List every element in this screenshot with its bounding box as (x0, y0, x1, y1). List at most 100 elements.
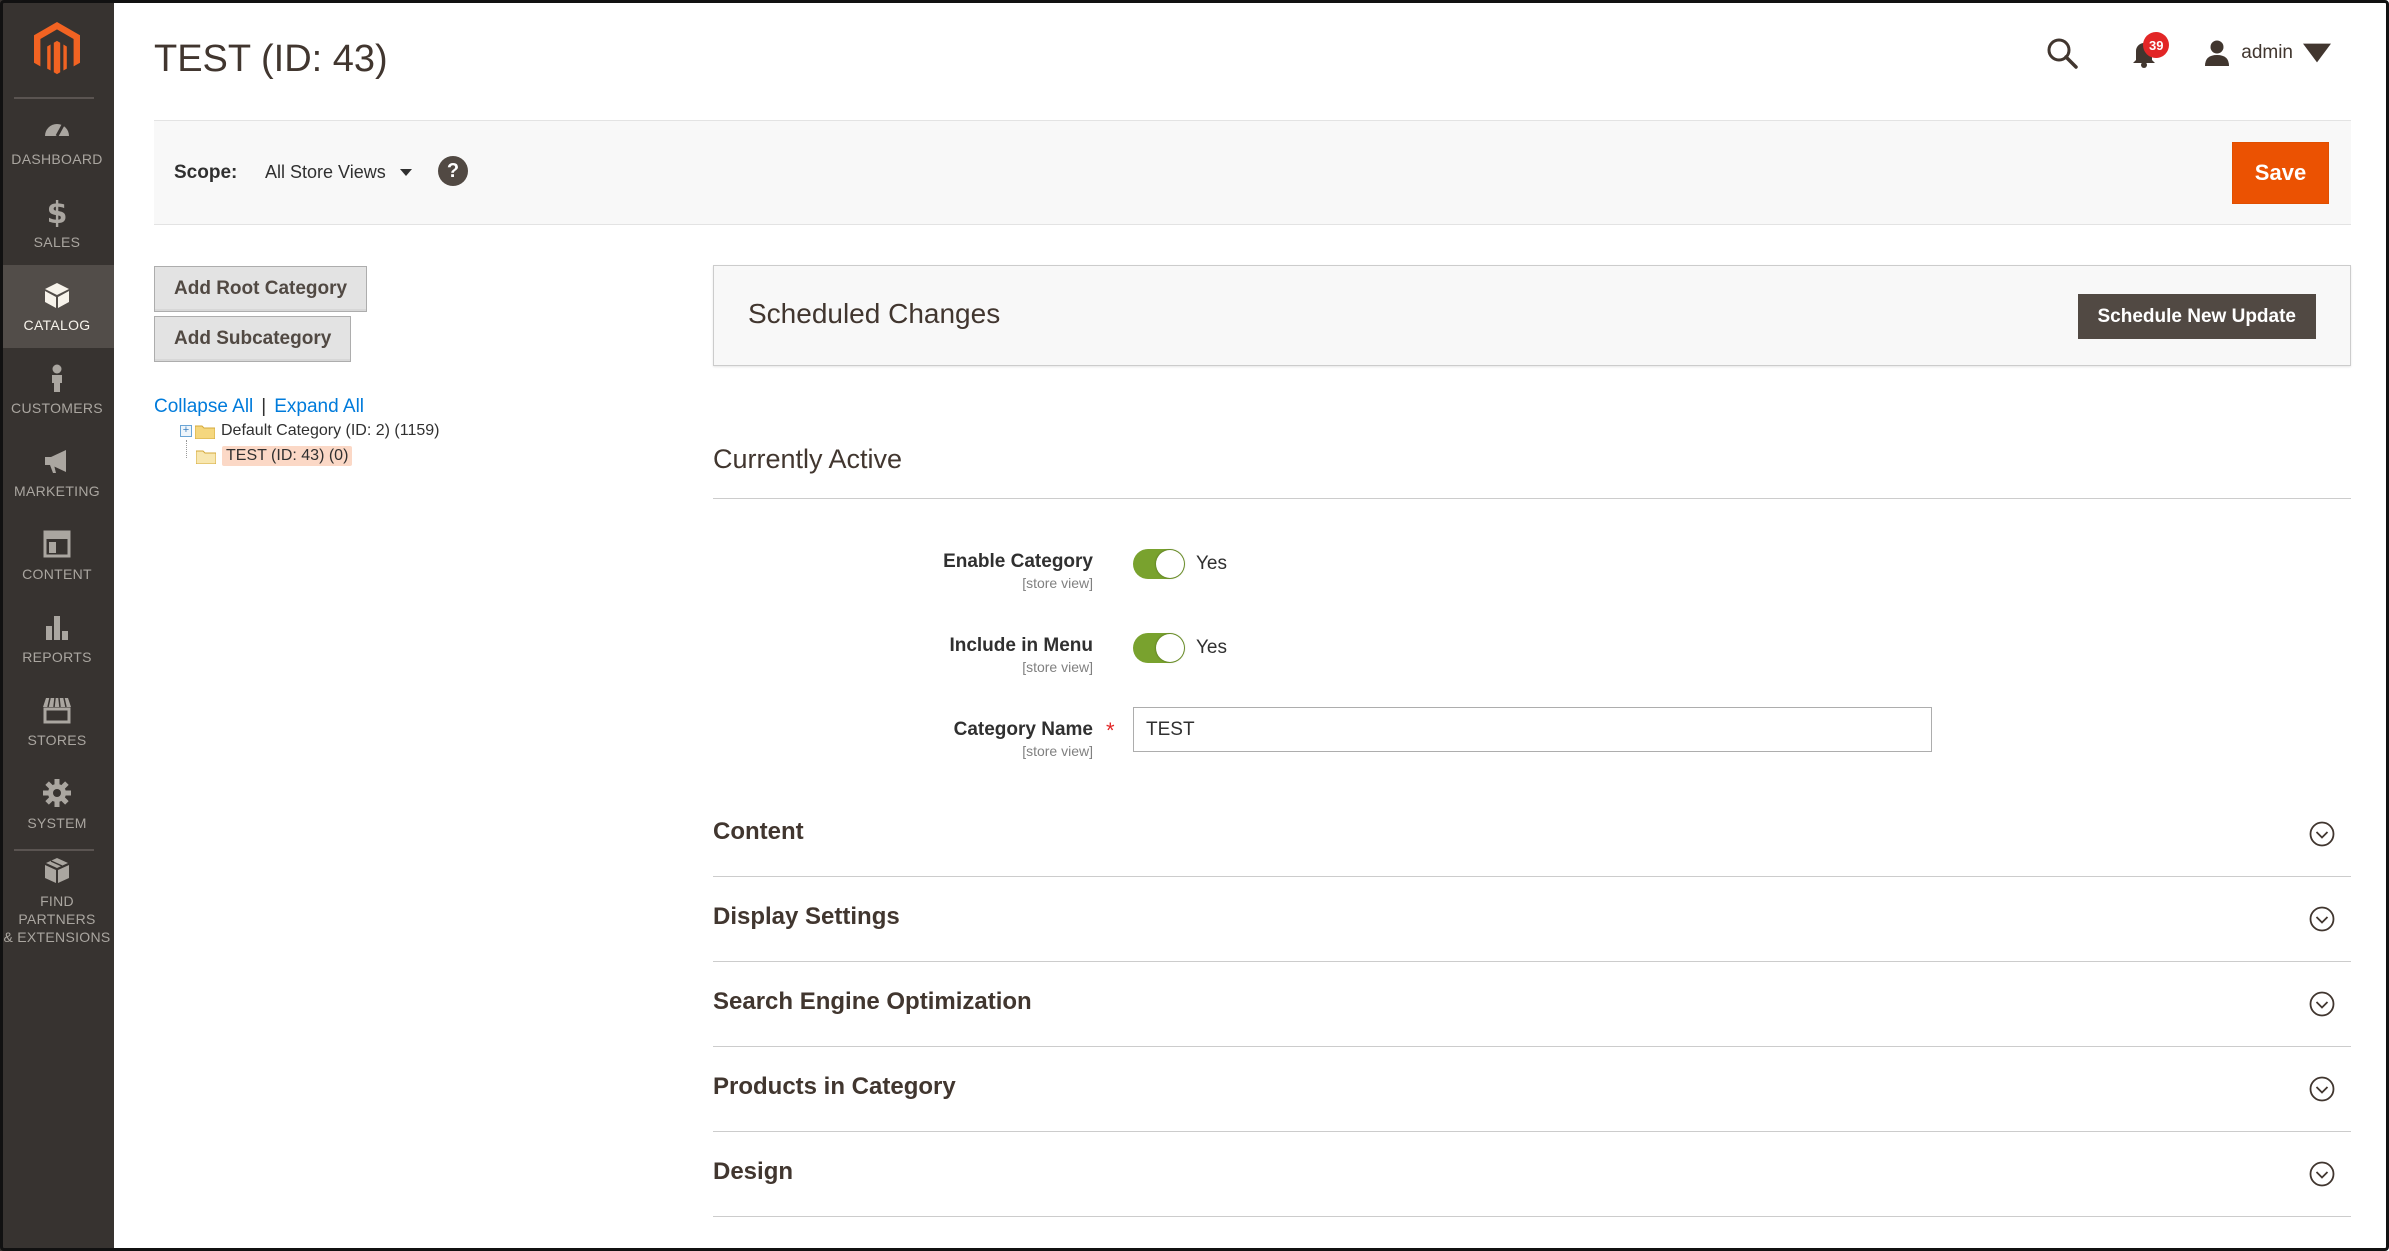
search-icon[interactable] (2045, 36, 2079, 70)
scheduled-changes-panel: Scheduled Changes Schedule New Update (713, 265, 2351, 366)
tree-node-label: TEST (ID: 43) (0) (222, 446, 353, 466)
layout-icon (43, 530, 71, 557)
caret-down-icon (399, 169, 412, 176)
nav-divider (14, 849, 94, 851)
tree-node-label: Default Category (ID: 2) (1159) (221, 422, 440, 439)
nav-stores[interactable]: STORES (0, 680, 114, 763)
section-title: Search Engine Optimization (713, 988, 1032, 1015)
enable-category-value: Yes (1196, 553, 1227, 574)
tree-node-test[interactable]: TEST (ID: 43) (0) (196, 446, 353, 466)
magento-logo-icon (34, 22, 80, 75)
page-title: TEST (ID: 43) (154, 38, 388, 80)
expand-all-link[interactable]: Expand All (274, 396, 364, 417)
nav-sales[interactable]: $ SALES (0, 182, 114, 265)
megaphone-icon (45, 449, 66, 473)
collapse-all-link[interactable]: Collapse All (154, 396, 253, 417)
tree-controls: Collapse All | Expand All (154, 396, 364, 418)
nav-label: FIND PARTNERS (18, 892, 96, 927)
section-title: Content (713, 818, 804, 845)
field-label-text: Enable Category (943, 551, 1093, 572)
notification-count-badge: 39 (2143, 32, 2170, 58)
section-seo[interactable]: Search Engine Optimization (713, 962, 2351, 1047)
nav-label: DASHBOARD (11, 150, 103, 167)
nav-reports[interactable]: REPORTS (0, 597, 114, 680)
dashboard-icon (45, 123, 69, 137)
tree-connector (186, 440, 187, 458)
required-asterisk: * (1106, 718, 1115, 743)
chevron-down-icon (2309, 821, 2335, 847)
storefront-icon (43, 697, 71, 723)
user-icon (2205, 40, 2230, 66)
tree-node-default-category[interactable]: + Default Category (ID: 2) (1159) (180, 422, 439, 440)
nav-label: CONTENT (22, 565, 92, 582)
section-products-in-category[interactable]: Products in Category (713, 1047, 2351, 1132)
folder-open-icon (196, 450, 216, 464)
section-title: Products in Category (713, 1073, 956, 1100)
caret-down-icon (2303, 43, 2331, 63)
nav-marketing[interactable]: MARKETING (0, 431, 114, 514)
field-scope-text: [store view] (1022, 575, 1093, 591)
user-name: admin (2241, 42, 2293, 63)
nav-label: REPORTS (22, 648, 92, 665)
scope-value: All Store Views (265, 162, 386, 182)
toggle-knob (1156, 634, 1184, 662)
field-scope-text: [store view] (1022, 659, 1093, 675)
toggle-knob (1156, 550, 1184, 578)
section-design[interactable]: Design (713, 1132, 2351, 1217)
field-label-text: Category Name (953, 719, 1093, 740)
help-icon[interactable]: ? (438, 156, 468, 186)
field-label-text: Include in Menu (949, 635, 1093, 656)
chevron-down-icon (2309, 906, 2335, 932)
scope-switcher[interactable]: All Store Views (265, 162, 412, 183)
nav-find-partners[interactable]: FIND PARTNERS & EXTENSIONS (0, 853, 114, 948)
nav-label: CUSTOMERS (11, 399, 103, 416)
category-name-label: Category Name [store view] (753, 719, 1093, 759)
box-icon (45, 282, 69, 308)
nav-label: SYSTEM (27, 814, 87, 831)
dollar-icon: $ (47, 197, 68, 227)
header-actions: 39 admin (2045, 32, 2341, 70)
link-separator: | (261, 396, 267, 417)
section-display-settings[interactable]: Display Settings (713, 877, 2351, 962)
field-scope-text: [store view] (1022, 743, 1093, 759)
scope-label: Scope: (174, 162, 238, 183)
chevron-down-icon (2309, 1161, 2335, 1187)
nav-customers[interactable]: CUSTOMERS (0, 348, 114, 431)
nav-label: & EXTENSIONS (3, 928, 111, 945)
nav-label: SALES (33, 233, 81, 250)
nav-label: STORES (27, 731, 87, 748)
include-in-menu-toggle[interactable] (1133, 633, 1185, 663)
enable-category-toggle[interactable] (1133, 549, 1185, 579)
magento-logo[interactable] (0, 0, 114, 98)
save-button[interactable]: Save (2232, 142, 2329, 204)
add-root-category-button[interactable]: Add Root Category (154, 266, 368, 312)
chevron-down-icon (2309, 1076, 2335, 1102)
folder-icon (195, 425, 215, 439)
nav-label: MARKETING (14, 482, 100, 499)
section-content[interactable]: Content (713, 792, 2351, 877)
include-in-menu-value: Yes (1196, 637, 1227, 658)
section-title: Design (713, 1158, 794, 1185)
section-title: Display Settings (713, 903, 900, 930)
include-in-menu-label: Include in Menu [store view] (753, 635, 1093, 675)
add-subcategory-button[interactable]: Add Subcategory (154, 316, 352, 362)
section-divider (713, 498, 2351, 499)
bar-chart-icon (46, 615, 68, 640)
nav-system[interactable]: SYSTEM (0, 763, 114, 846)
gear-icon (43, 778, 71, 807)
schedule-new-update-button[interactable]: Schedule New Update (2077, 294, 2316, 339)
chevron-down-icon (2309, 991, 2335, 1017)
nav-dashboard[interactable]: DASHBOARD (0, 99, 114, 182)
admin-sidebar: DASHBOARD $ SALES CATALOG CUSTOMERS MARK… (0, 0, 114, 1251)
person-icon (52, 364, 62, 392)
category-name-input[interactable] (1133, 707, 1932, 752)
cubes-icon (45, 857, 69, 883)
expand-node-icon[interactable]: + (180, 425, 192, 437)
notifications-button[interactable]: 39 (2127, 32, 2170, 70)
scope-bar: Scope: All Store Views ? Save (154, 120, 2351, 225)
svg-text:$: $ (47, 197, 68, 227)
scheduled-changes-title: Scheduled Changes (748, 298, 1001, 329)
nav-catalog[interactable]: CATALOG (0, 265, 114, 348)
user-menu[interactable]: admin (2203, 39, 2341, 67)
nav-content[interactable]: CONTENT (0, 514, 114, 597)
